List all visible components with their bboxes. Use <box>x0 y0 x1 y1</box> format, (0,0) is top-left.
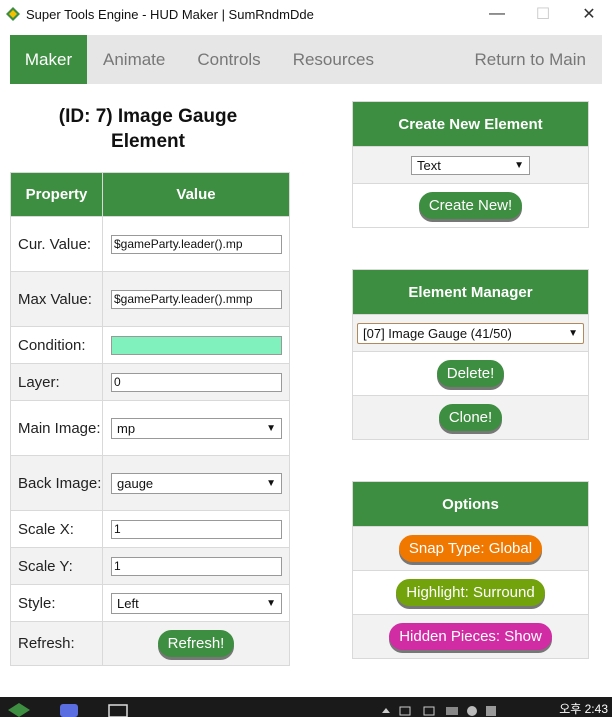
refresh-button[interactable]: Refresh! <box>157 630 235 657</box>
layer-input[interactable] <box>111 372 282 392</box>
style-label: Style: <box>10 584 103 622</box>
app-logo-icon <box>6 7 20 21</box>
property-column-header: Property <box>10 172 103 217</box>
layer-label: Layer: <box>10 363 103 401</box>
element-list-select[interactable]: [07] Image Gauge (41/50) ▼ <box>357 322 584 344</box>
cur-value-input[interactable] <box>111 234 282 254</box>
refresh-label: Refresh: <box>10 621 103 666</box>
property-table: Property Value Cur. Value: Max Value: Co… <box>10 172 290 666</box>
os-taskbar: 오후 2:43 <box>0 697 612 717</box>
create-element-title: Create New Element <box>353 102 588 146</box>
create-element-panel: Create New Element Text ▼ Create New! <box>352 101 589 228</box>
chevron-down-icon: ▼ <box>266 477 276 489</box>
snap-type-button[interactable]: Snap Type: Global <box>398 535 543 562</box>
main-navbar: Maker Animate Controls Resources Return … <box>10 35 602 84</box>
maximize-button[interactable]: ☐ <box>520 0 566 28</box>
main-image-label: Main Image: <box>10 400 103 456</box>
cur-value-label: Cur. Value: <box>10 216 103 272</box>
delete-button[interactable]: Delete! <box>436 360 505 387</box>
condition-input[interactable] <box>111 335 282 355</box>
hidden-pieces-button[interactable]: Hidden Pieces: Show <box>389 623 552 650</box>
window-titlebar: Super Tools Engine - HUD Maker | SumRndm… <box>0 0 612 28</box>
selected-element-value: [07] Image Gauge (41/50) <box>363 325 512 341</box>
chat-taskbar-icon[interactable] <box>60 703 78 717</box>
highlight-button[interactable]: Highlight: Surround <box>396 579 545 606</box>
main-image-select[interactable]: mp ▼ <box>111 417 282 439</box>
element-type-select[interactable]: Text ▼ <box>411 155 530 175</box>
element-type-value: Text <box>417 157 441 173</box>
window-title: Super Tools Engine - HUD Maker | SumRndm… <box>26 6 314 22</box>
tab-resources[interactable]: Resources <box>277 35 390 84</box>
return-to-main-link[interactable]: Return to Main <box>459 35 603 84</box>
style-select[interactable]: Left ▼ <box>111 592 282 614</box>
page-title: (ID: 7) Image Gauge Element <box>20 104 276 154</box>
back-image-select[interactable]: gauge ▼ <box>111 472 282 494</box>
system-tray-icons[interactable] <box>380 703 500 717</box>
element-manager-title: Element Manager <box>353 270 588 314</box>
element-manager-panel: Element Manager [07] Image Gauge (41/50)… <box>352 269 589 440</box>
max-value-input[interactable] <box>111 289 282 309</box>
app-taskbar-icon[interactable] <box>8 703 30 717</box>
value-column-header: Value <box>102 172 290 217</box>
options-title: Options <box>353 482 588 526</box>
scale-x-input[interactable] <box>111 519 282 539</box>
chevron-down-icon: ▼ <box>266 597 276 609</box>
back-image-label: Back Image: <box>10 455 103 511</box>
create-new-button[interactable]: Create New! <box>418 192 523 219</box>
tab-controls[interactable]: Controls <box>181 35 276 84</box>
scale-y-label: Scale Y: <box>10 547 103 585</box>
chevron-down-icon: ▼ <box>266 422 276 434</box>
options-panel: Options Snap Type: Global Highlight: Sur… <box>352 481 589 659</box>
scale-x-label: Scale X: <box>10 510 103 548</box>
main-image-value: mp <box>117 420 136 436</box>
tab-maker[interactable]: Maker <box>10 35 87 84</box>
style-value: Left <box>117 595 139 611</box>
chevron-down-icon: ▼ <box>514 159 524 171</box>
max-value-label: Max Value: <box>10 271 103 327</box>
clone-button[interactable]: Clone! <box>438 404 503 431</box>
page-title-line1: (ID: 7) Image Gauge <box>58 106 238 127</box>
close-button[interactable]: ✕ <box>566 0 612 28</box>
page-title-line2: Element <box>111 131 185 152</box>
chevron-down-icon: ▼ <box>568 327 578 339</box>
condition-label: Condition: <box>10 326 103 364</box>
tab-animate[interactable]: Animate <box>87 35 181 84</box>
window-taskbar-icon[interactable] <box>108 703 128 717</box>
minimize-button[interactable]: — <box>474 0 520 28</box>
back-image-value: gauge <box>117 475 154 491</box>
taskbar-clock: 오후 2:43 <box>559 702 608 716</box>
scale-y-input[interactable] <box>111 556 282 576</box>
